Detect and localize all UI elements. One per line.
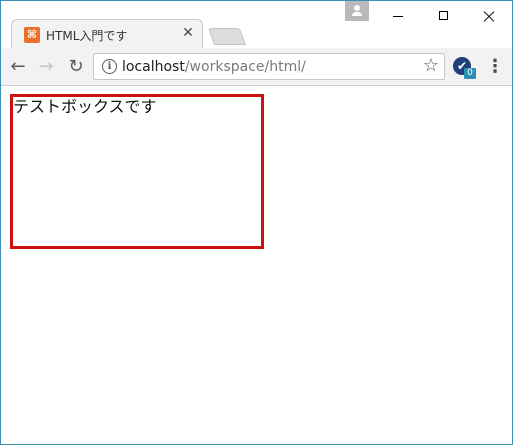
xampp-favicon-icon: ⌘ [24, 27, 40, 43]
profile-body-shape [352, 12, 362, 16]
tab-html-intro[interactable]: ⌘ HTML入門です ✕ [11, 19, 203, 48]
tab-close-icon[interactable]: ✕ [180, 25, 196, 41]
close-window-button[interactable] [466, 1, 511, 31]
extension-button[interactable]: ✔ 0 [453, 57, 476, 79]
profile-head-shape [354, 5, 360, 11]
browser-menu-icon[interactable]: ⋮ [486, 58, 504, 76]
maximize-button[interactable] [421, 1, 466, 31]
reload-button[interactable]: ↻ [65, 56, 87, 78]
url-host: localhost [122, 59, 185, 75]
minimize-button[interactable] [375, 1, 420, 31]
back-button[interactable]: ← [7, 56, 29, 78]
new-tab-button[interactable] [207, 28, 247, 45]
tab-title: HTML入門です [46, 29, 128, 43]
test-box-text: テストボックスです [13, 97, 157, 116]
extension-badge: 0 [464, 68, 476, 79]
browser-toolbar: ← → ↻ i localhost/workspace/html/ ☆ ✔ 0 … [1, 48, 512, 86]
browser-window: ⌘ HTML入門です ✕ ← → ↻ i localhost/workspace… [0, 0, 513, 445]
bookmark-star-icon[interactable]: ☆ [423, 56, 439, 76]
test-box: テストボックスです [10, 94, 264, 249]
page-viewport: テストボックスです [1, 86, 512, 444]
url-text[interactable]: localhost/workspace/html/ [122, 59, 306, 75]
site-info-icon[interactable]: i [102, 59, 117, 74]
url-path: /workspace/html/ [184, 59, 306, 75]
title-bar: ⌘ HTML入門です ✕ [1, 1, 512, 48]
address-bar[interactable]: i localhost/workspace/html/ ☆ [93, 53, 445, 80]
forward-button[interactable]: → [35, 56, 57, 78]
profile-icon[interactable] [345, 1, 369, 21]
